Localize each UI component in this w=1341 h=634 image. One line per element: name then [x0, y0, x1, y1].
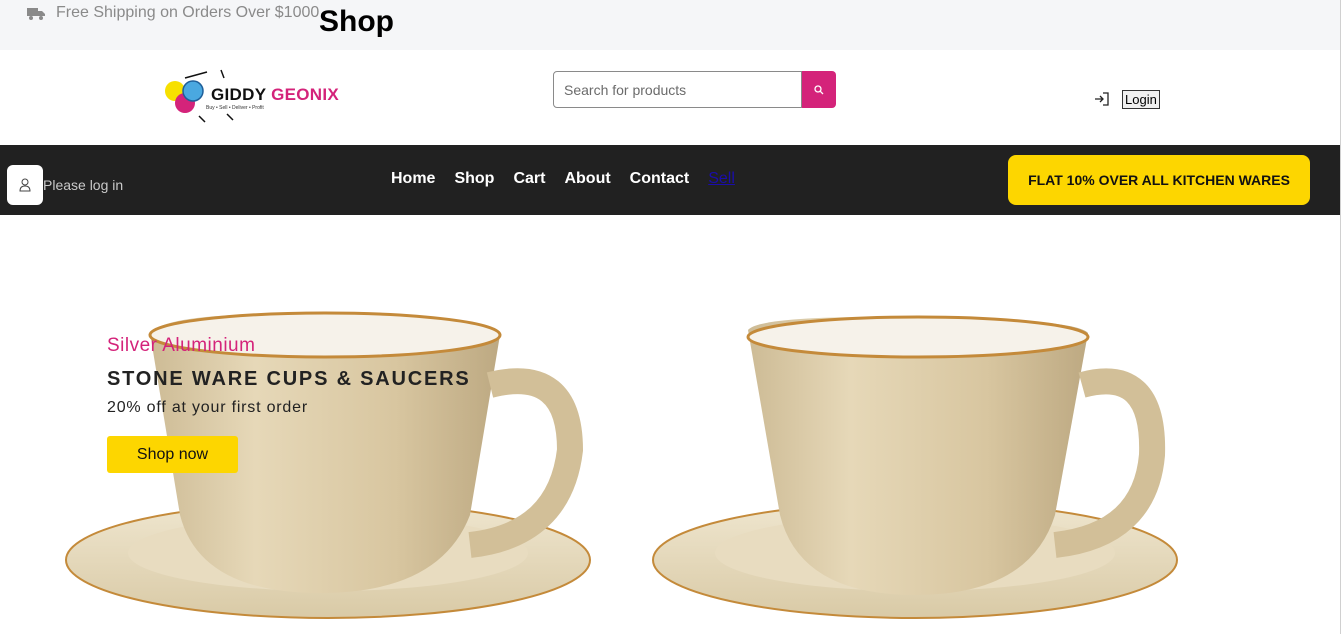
page-title: Shop	[319, 5, 394, 38]
logo-word-giddy: GIDDY	[211, 85, 267, 104]
user-icon	[19, 178, 31, 192]
hero-offer: 20% off at your first order	[107, 399, 308, 416]
site-header: GIDDY GEONIX Buy • Sell • Deliver • Prof…	[0, 50, 1341, 145]
logo-tagline: Buy • Sell • Deliver • Profit	[206, 105, 264, 111]
search-input[interactable]	[553, 71, 803, 108]
search-icon	[814, 84, 824, 94]
hero-banner: Silver Aluminium STONE WARE CUPS & SAUCE…	[0, 215, 1341, 634]
login-button[interactable]: Login	[1122, 90, 1160, 109]
nav-link-home[interactable]: Home	[391, 170, 435, 188]
login-icon[interactable]	[1094, 91, 1110, 107]
nav-link-sell[interactable]: Sell	[708, 170, 735, 188]
login-area: Login	[1094, 88, 1160, 109]
nav-menu: Home Shop Cart About Contact Sell	[391, 170, 754, 188]
nav-link-shop[interactable]: Shop	[454, 170, 494, 188]
truck-icon	[27, 7, 45, 20]
user-account-button[interactable]	[7, 165, 43, 205]
hero-title: STONE WARE CUPS & SAUCERS	[107, 368, 471, 390]
brand-logo[interactable]: GIDDY GEONIX Buy • Sell • Deliver • Prof…	[163, 68, 339, 124]
top-announcement-bar: Free Shipping on Orders Over $1000 Shop	[0, 0, 1341, 50]
shop-now-button[interactable]: Shop now	[107, 436, 238, 473]
nav-link-about[interactable]: About	[564, 170, 610, 188]
nav-link-cart[interactable]: Cart	[513, 170, 545, 188]
hero-subtitle: Silver Aluminium	[107, 335, 256, 356]
nav-link-contact[interactable]: Contact	[630, 170, 690, 188]
login-prompt: Please log in	[43, 177, 124, 193]
logo-word-geonix: GEONIX	[271, 85, 340, 104]
hero-text-block: Silver Aluminium STONE WARE CUPS & SAUCE…	[107, 335, 471, 473]
search-bar	[553, 71, 836, 108]
search-button[interactable]	[802, 71, 836, 108]
shipping-notice: Free Shipping on Orders Over $1000	[27, 4, 319, 22]
logo-wordmark: GIDDY GEONIX	[211, 85, 339, 105]
promo-banner-button[interactable]: FLAT 10% OVER ALL KITCHEN WARES	[1008, 155, 1310, 205]
shipping-text: Free Shipping on Orders Over $1000	[56, 4, 320, 21]
main-navigation: Please log in Home Shop Cart About Conta…	[0, 145, 1341, 215]
